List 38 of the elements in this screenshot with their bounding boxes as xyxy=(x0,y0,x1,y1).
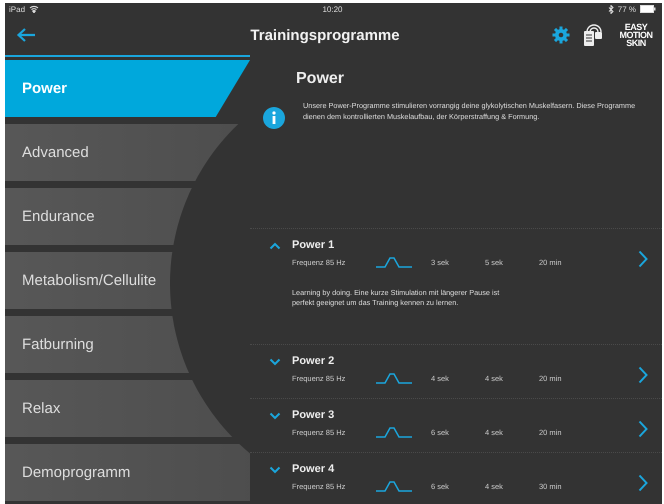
battery-icon xyxy=(640,5,656,13)
wifi-icon xyxy=(29,5,40,13)
chevron-down-icon xyxy=(269,466,281,474)
open-program-button[interactable] xyxy=(638,366,648,384)
bluetooth-icon xyxy=(608,4,614,14)
pulse-curve-icon xyxy=(376,256,412,268)
back-arrow-icon xyxy=(16,27,36,43)
program-name: Power 1 xyxy=(292,239,336,251)
page-title: Trainingsprogramme xyxy=(249,26,401,44)
pulse-curve-icon xyxy=(376,372,412,384)
open-program-button[interactable] xyxy=(638,420,648,438)
chevron-right-icon xyxy=(638,474,648,492)
remote-device-icon xyxy=(582,23,604,47)
open-program-button[interactable] xyxy=(638,250,648,268)
back-button[interactable] xyxy=(14,25,38,45)
program-name: Power 2 xyxy=(292,355,336,367)
chevron-right-icon xyxy=(638,250,648,268)
device-name: iPad xyxy=(9,4,26,14)
brand-logo: EASY MOTION SKIN xyxy=(618,23,654,47)
battery-percent: 77 % xyxy=(618,4,636,14)
program-name: Power 4 xyxy=(292,463,336,475)
chevron-right-icon xyxy=(638,420,648,438)
chevron-down-icon xyxy=(269,358,281,366)
pulse-curve-icon xyxy=(376,480,412,492)
section-title: Power xyxy=(296,70,346,88)
device-button[interactable] xyxy=(582,23,604,47)
sidebar-item[interactable]: Demoprogramm xyxy=(5,444,250,501)
settings-icon xyxy=(552,26,570,44)
sidebar-item[interactable]: Power xyxy=(5,60,250,117)
settings-button[interactable] xyxy=(552,26,570,44)
chevron-up-icon xyxy=(269,242,281,250)
chevron-down-icon xyxy=(269,412,281,420)
program-name: Power 3 xyxy=(292,409,336,421)
clock-time: 10:20 xyxy=(322,4,343,14)
chevron-right-icon xyxy=(638,366,648,384)
info-icon xyxy=(263,107,285,129)
pulse-curve-icon xyxy=(376,426,412,438)
open-program-button[interactable] xyxy=(638,474,648,492)
